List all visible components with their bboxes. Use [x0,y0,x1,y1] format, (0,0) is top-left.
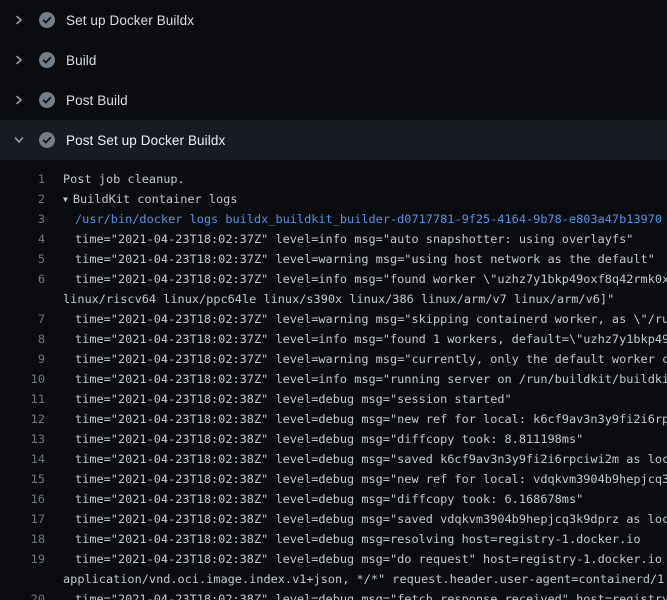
log-line: 3 /usr/bin/docker logs buildx_buildkit_b… [0,209,667,229]
log-line: 1 Post job cleanup. [0,169,667,189]
log-line-text: time="2021-04-23T18:02:37Z" level=info m… [63,269,667,289]
log-line-text: /usr/bin/docker logs buildx_buildkit_bui… [63,209,662,229]
log-line-text: time="2021-04-23T18:02:38Z" level=debug … [63,589,667,600]
log-line-text: time="2021-04-23T18:02:38Z" level=debug … [63,509,667,529]
log-line-text: Post job cleanup. [63,169,185,189]
log-line-number[interactable]: 10 [0,372,45,386]
log-line: 19 time="2021-04-23T18:02:38Z" level=deb… [0,549,667,569]
log-line-number[interactable]: 9 [0,352,45,366]
check-circle-icon [39,52,55,68]
log-line-number[interactable]: 15 [0,472,45,486]
log-line-text: time="2021-04-23T18:02:37Z" level=warnin… [63,309,667,329]
step-row[interactable]: Set up Docker Buildx [0,0,667,40]
log-line-number[interactable]: 11 [0,392,45,406]
log-line: 20 time="2021-04-23T18:02:38Z" level=deb… [0,589,667,600]
step-label: Post Build [66,93,128,108]
chevron-icon[interactable] [13,94,25,106]
log-line: linux/riscv64 linux/ppc64le linux/s390x … [0,289,667,309]
log-line: 17 time="2021-04-23T18:02:38Z" level=deb… [0,509,667,529]
log-line-number[interactable]: 13 [0,432,45,446]
step-label: Post Set up Docker Buildx [66,133,225,148]
log-line-text: time="2021-04-23T18:02:37Z" level=info m… [63,369,667,389]
log-line-text: time="2021-04-23T18:02:38Z" level=debug … [63,469,667,489]
log-line-number[interactable]: 2 [0,192,45,206]
log-line: 11 time="2021-04-23T18:02:38Z" level=deb… [0,389,667,409]
log-line: 15 time="2021-04-23T18:02:38Z" level=deb… [0,469,667,489]
step-row[interactable]: Post Set up Docker Buildx [0,120,667,160]
log-line-number[interactable]: 1 [0,172,45,186]
log-line-number[interactable]: 19 [0,552,45,566]
check-circle-icon [39,12,55,28]
log-line-text: time="2021-04-23T18:02:37Z" level=warnin… [63,349,667,369]
log-line-number[interactable]: 4 [0,232,45,246]
log-line-text: time="2021-04-23T18:02:37Z" level=warnin… [63,249,655,269]
check-circle-icon [39,92,55,108]
log-line-text: time="2021-04-23T18:02:38Z" level=debug … [63,429,583,449]
log-line-text: application/vnd.oci.image.index.v1+json,… [63,569,667,589]
log-line-text: time="2021-04-23T18:02:37Z" level=info m… [63,329,667,349]
log-line-number[interactable]: 18 [0,532,45,546]
log-line-number[interactable]: 20 [0,592,45,600]
log-line-text: time="2021-04-23T18:02:38Z" level=debug … [63,529,641,549]
log-line-text: time="2021-04-23T18:02:38Z" level=debug … [63,489,583,509]
log-line-text: time="2021-04-23T18:02:38Z" level=debug … [63,549,667,569]
log-line-number[interactable]: 14 [0,452,45,466]
log-line: application/vnd.oci.image.index.v1+json,… [0,569,667,589]
log-line-text: time="2021-04-23T18:02:37Z" level=info m… [63,229,633,249]
log-line: 13 time="2021-04-23T18:02:38Z" level=deb… [0,429,667,449]
log-line-number[interactable]: 8 [0,332,45,346]
log-line: 7 time="2021-04-23T18:02:37Z" level=warn… [0,309,667,329]
log-line: 10 time="2021-04-23T18:02:37Z" level=inf… [0,369,667,389]
log-line: 14 time="2021-04-23T18:02:38Z" level=deb… [0,449,667,469]
step-label: Build [66,53,97,68]
chevron-icon[interactable] [13,54,25,66]
log-line-text: time="2021-04-23T18:02:38Z" level=debug … [63,389,512,409]
log-line: 2 ▼BuildKit container logs [0,189,667,209]
log-line-number[interactable]: 7 [0,312,45,326]
log-line: 4 time="2021-04-23T18:02:37Z" level=info… [0,229,667,249]
chevron-icon[interactable] [13,134,25,146]
log-area: 1 Post job cleanup. 2 ▼BuildKit containe… [0,160,667,600]
log-line: 18 time="2021-04-23T18:02:38Z" level=deb… [0,529,667,549]
log-line-number[interactable]: 12 [0,412,45,426]
log-line: 8 time="2021-04-23T18:02:37Z" level=info… [0,329,667,349]
step-row[interactable]: Post Build [0,80,667,120]
log-line-number[interactable]: 16 [0,492,45,506]
log-line-text[interactable]: ▼BuildKit container logs [63,189,237,210]
log-line: 6 time="2021-04-23T18:02:37Z" level=info… [0,269,667,289]
step-label: Set up Docker Buildx [66,13,194,28]
log-line-number[interactable]: 5 [0,252,45,266]
log-line-number[interactable]: 3 [0,212,45,226]
log-line: 9 time="2021-04-23T18:02:37Z" level=warn… [0,349,667,369]
log-line-text: linux/riscv64 linux/ppc64le linux/s390x … [63,289,614,309]
log-line-text: time="2021-04-23T18:02:38Z" level=debug … [63,409,667,429]
actions-log-viewer: Set up Docker Buildx Build P [0,0,667,600]
log-line-number[interactable]: 6 [0,272,45,286]
log-line: 12 time="2021-04-23T18:02:38Z" level=deb… [0,409,667,429]
log-line-number[interactable]: 17 [0,512,45,526]
log-line: 16 time="2021-04-23T18:02:38Z" level=deb… [0,489,667,509]
log-line-text: time="2021-04-23T18:02:38Z" level=debug … [63,449,667,469]
log-line: 5 time="2021-04-23T18:02:37Z" level=warn… [0,249,667,269]
step-row[interactable]: Build [0,40,667,80]
group-collapse-triangle-icon[interactable]: ▼ [63,190,73,210]
check-circle-icon [39,132,55,148]
steps-list: Set up Docker Buildx Build P [0,0,667,160]
chevron-icon[interactable] [13,14,25,26]
